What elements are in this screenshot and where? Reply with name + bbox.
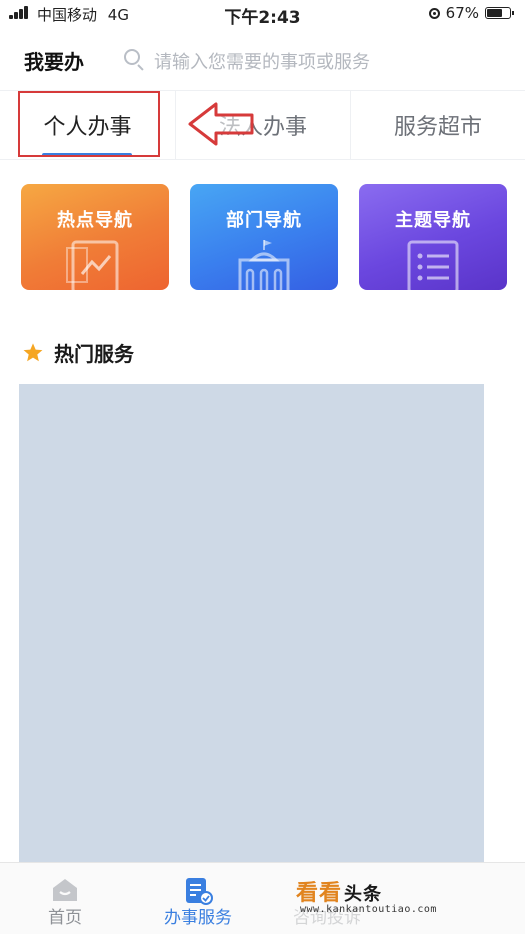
department-navigation-card[interactable]: 部门导航 (190, 184, 338, 290)
government-building-icon (238, 240, 290, 290)
search-input[interactable]: 请输入您需要的事项或服务 (154, 48, 370, 74)
card-label: 热点导航 (57, 210, 133, 231)
watermark-brand-main: 看看 (296, 881, 343, 906)
hot-services-title: 热门服务 (54, 342, 134, 366)
battery-percent: 67% (445, 4, 479, 22)
service-document-icon (186, 878, 213, 905)
card-label: 主题导航 (395, 210, 471, 231)
hot-services-content-placeholder (19, 384, 484, 866)
page-title: 我要办 (24, 50, 84, 74)
home-icon (53, 879, 77, 901)
annotation-highlight-box (18, 91, 160, 157)
hot-navigation-card[interactable]: 热点导航 (21, 184, 169, 290)
topic-navigation-card[interactable]: 主题导航 (359, 184, 507, 290)
hot-services-header: 热门服务 (22, 338, 134, 367)
watermark-brand: 看看 头条 (296, 875, 382, 907)
status-bar: 中国移动 4G 下午2:43 67% (0, 0, 525, 28)
watermark-brand-sub: 头条 (344, 884, 383, 905)
annotation-arrow-icon (188, 102, 254, 146)
watermark-url: www.kankantoutiao.com (300, 904, 437, 915)
card-label: 部门导航 (226, 210, 302, 231)
bottom-tab-label: 办事服务 (164, 908, 232, 928)
page-header: 我要办 请输入您需要的事项或服务 (0, 40, 525, 80)
bottom-tab-service[interactable]: 办事服务 (133, 863, 263, 934)
search-icon (124, 49, 140, 65)
list-document-icon (407, 240, 459, 290)
bottom-tab-label: 首页 (48, 908, 82, 928)
star-icon (23, 342, 43, 361)
battery-icon (485, 7, 514, 19)
chart-document-icon (66, 240, 119, 290)
bottom-tab-home[interactable]: 首页 (0, 863, 130, 934)
status-right: 67% (428, 4, 514, 22)
tab-service-market[interactable]: 服务超市 (351, 91, 525, 159)
watermark-logo: 看看 头条 www.kankantoutiao.com (296, 875, 476, 921)
orientation-lock-icon (428, 7, 440, 19)
